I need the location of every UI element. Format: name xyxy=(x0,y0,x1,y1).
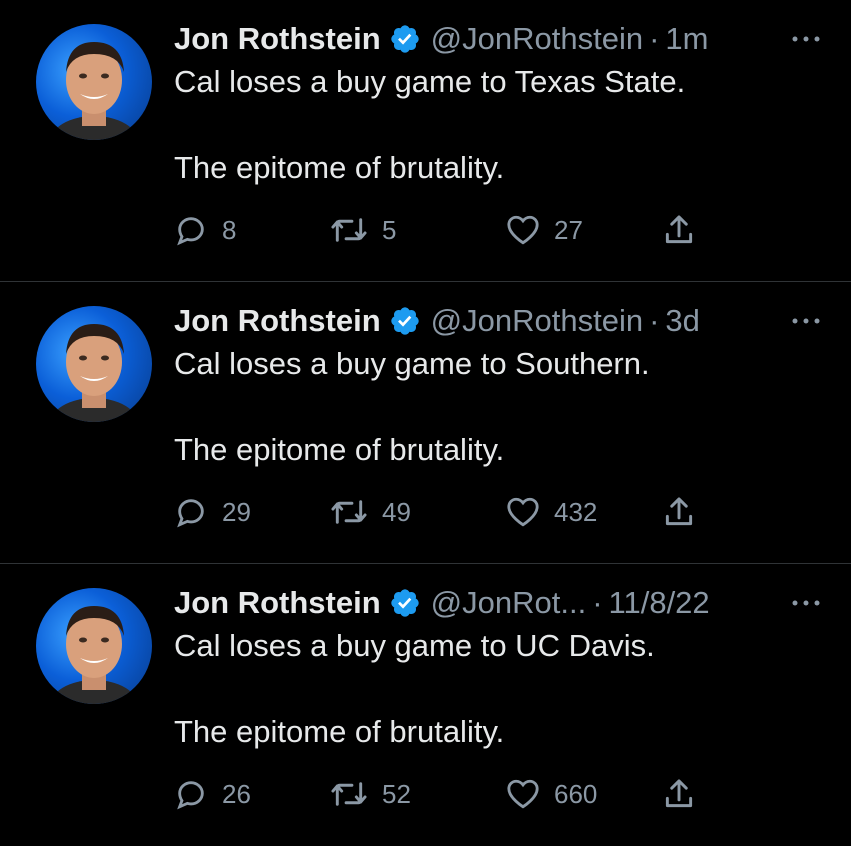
action-bar: 26 52 660 xyxy=(174,774,734,814)
avatar[interactable] xyxy=(36,588,152,704)
retweet-button[interactable]: 5 xyxy=(330,210,396,250)
display-name[interactable]: Jon Rothstein xyxy=(174,21,381,57)
more-options-icon[interactable] xyxy=(791,32,821,44)
share-button[interactable] xyxy=(664,210,708,250)
tweet-text: Cal loses a buy game to UC Davis. The ep… xyxy=(174,624,831,754)
timestamp[interactable]: 3d xyxy=(665,303,699,339)
verified-badge-icon xyxy=(389,23,421,55)
share-button[interactable] xyxy=(664,492,708,532)
avatar[interactable] xyxy=(36,24,152,140)
tweet-text-line: Cal loses a buy game to UC Davis. xyxy=(174,628,655,663)
heart-icon xyxy=(507,215,539,245)
like-button[interactable]: 27 xyxy=(506,210,583,250)
retweet-icon xyxy=(331,782,367,806)
timestamp[interactable]: 1m xyxy=(665,21,708,57)
retweet-button[interactable]: 49 xyxy=(330,492,411,532)
tweet-text: Cal loses a buy game to Texas State. The… xyxy=(174,60,831,190)
retweet-count: 52 xyxy=(382,778,411,809)
heart-icon xyxy=(507,779,539,809)
tweet-text-line: Cal loses a buy game to Southern. xyxy=(174,346,650,381)
timestamp[interactable]: 11/8/22 xyxy=(609,585,710,621)
verified-badge-icon xyxy=(389,305,421,337)
reply-icon xyxy=(177,781,204,810)
retweet-icon xyxy=(331,218,367,242)
tweet-header: Jon Rothstein @JonRot... · 11/8/22 xyxy=(174,582,831,624)
retweet-count: 49 xyxy=(382,496,411,527)
more-options-icon[interactable] xyxy=(791,596,821,608)
handle[interactable]: @JonRothstein xyxy=(431,303,643,339)
tweet-header: Jon Rothstein @JonRothstein · 1m xyxy=(174,18,831,60)
separator-dot: · xyxy=(649,303,660,338)
tweet-text-line: The epitome of brutality. xyxy=(174,432,505,467)
reply-button[interactable]: 29 xyxy=(174,492,251,532)
reply-count: 29 xyxy=(222,496,251,527)
heart-icon xyxy=(507,497,539,527)
reply-button[interactable]: 26 xyxy=(174,774,251,814)
reply-button[interactable]: 8 xyxy=(174,210,236,250)
reply-icon xyxy=(177,217,204,246)
action-bar: 29 49 432 xyxy=(174,492,734,532)
display-name[interactable]: Jon Rothstein xyxy=(174,303,381,339)
share-icon xyxy=(665,779,693,808)
tweet[interactable]: Jon Rothstein @JonRot... · 11/8/22 Cal l… xyxy=(0,564,851,846)
more-options-icon[interactable] xyxy=(791,314,821,326)
tweet-text-line: The epitome of brutality. xyxy=(174,150,505,185)
separator-dot: · xyxy=(592,585,603,620)
like-count: 27 xyxy=(554,214,583,245)
share-icon xyxy=(665,497,693,526)
handle[interactable]: @JonRothstein xyxy=(431,21,643,57)
avatar[interactable] xyxy=(36,306,152,422)
like-button[interactable]: 432 xyxy=(506,492,597,532)
tweet-text-line: Cal loses a buy game to Texas State. xyxy=(174,64,686,99)
retweet-button[interactable]: 52 xyxy=(330,774,411,814)
like-count: 660 xyxy=(554,778,598,809)
reply-icon xyxy=(177,499,204,528)
share-icon xyxy=(665,215,693,244)
display-name[interactable]: Jon Rothstein xyxy=(174,585,381,621)
tweet-feed: Jon Rothstein @JonRothstein · 1m Cal los… xyxy=(0,0,851,831)
verified-badge-icon xyxy=(389,587,421,619)
tweet-text: Cal loses a buy game to Southern. The ep… xyxy=(174,342,831,472)
retweet-icon xyxy=(331,500,367,524)
action-bar: 8 5 27 xyxy=(174,210,734,250)
tweet-text-line: The epitome of brutality. xyxy=(174,714,505,749)
share-button[interactable] xyxy=(664,774,708,814)
tweet-header: Jon Rothstein @JonRothstein · 3d xyxy=(174,300,831,342)
like-button[interactable]: 660 xyxy=(506,774,597,814)
tweet[interactable]: Jon Rothstein @JonRothstein · 3d Cal los… xyxy=(0,282,851,564)
separator-dot: · xyxy=(649,21,660,56)
reply-count: 8 xyxy=(222,214,237,245)
tweet[interactable]: Jon Rothstein @JonRothstein · 1m Cal los… xyxy=(0,0,851,282)
like-count: 432 xyxy=(554,496,598,527)
retweet-count: 5 xyxy=(382,214,397,245)
handle[interactable]: @JonRot... xyxy=(431,585,587,621)
reply-count: 26 xyxy=(222,778,251,809)
